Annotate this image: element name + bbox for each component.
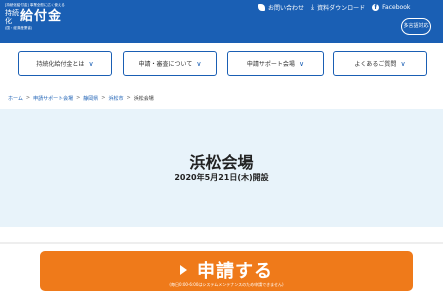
opening-date: 2020年5月21日(木)開設 [174, 173, 269, 182]
play-arrow-icon [180, 265, 187, 275]
page-title: 浜松会場 [189, 153, 254, 172]
contact-link[interactable]: お問い合わせ [258, 3, 304, 12]
nav-application-label: 申請・審査について [138, 61, 193, 68]
download-link[interactable]: ⤓ 資料ダウンロード [311, 3, 366, 13]
chevron-down-icon: ∨ [196, 59, 202, 68]
nav-about-label: 持続化給付金とは [36, 61, 85, 68]
phone-icon [258, 4, 265, 11]
nav-support-venues-label: 申請サポート会場 [246, 61, 295, 68]
nav-support-venues[interactable]: 申請サポート会場 ∨ [227, 51, 324, 76]
breadcrumb-separator: > [126, 95, 131, 101]
logo-tagline: [持続化給付金] 事業全般に広く使える [5, 3, 65, 7]
breadcrumb-prefecture[interactable]: 静岡県 [83, 95, 98, 102]
breadcrumb-city[interactable]: 浜松市 [109, 95, 124, 102]
nav-faq-label: よくあるご質問 [354, 61, 397, 68]
breadcrumb-support-venues[interactable]: 申請サポート会場 [33, 95, 73, 102]
apply-button-content: 申請する [40, 257, 413, 283]
nav-application[interactable]: 申請・審査について ∨ [123, 51, 217, 76]
facebook-icon: f [372, 4, 380, 11]
breadcrumb-separator: > [101, 95, 106, 101]
breadcrumb-separator: > [76, 95, 81, 101]
venue-hero: 浜松会場 2020年5月21日(木)開設 [0, 109, 443, 227]
main-nav: 持続化給付金とは ∨ 申請・審査について ∨ 申請サポート会場 ∨ よくあるご質… [0, 43, 443, 87]
logo-wordmark: 持続化 給付金 [5, 9, 71, 25]
contact-link-label: お問い合わせ [268, 5, 305, 12]
section-divider [0, 242, 443, 244]
download-link-label: 資料ダウンロード [317, 5, 366, 12]
site-logo[interactable]: [持続化給付金] 事業全般に広く使える 持続化 給付金 (国・経済産業省) [5, 3, 71, 40]
breadcrumb-current: 浜松会場 [133, 96, 154, 102]
chevron-down-icon: ∨ [298, 59, 305, 68]
chevron-down-icon: ∨ [88, 59, 94, 68]
apply-button-label: 申請する [197, 261, 273, 282]
facebook-link[interactable]: f Facebook [372, 4, 410, 11]
breadcrumb-separator: > [25, 95, 31, 101]
header-utility-links: お問い合わせ ⤓ 資料ダウンロード f Facebook [258, 3, 410, 12]
language-button[interactable]: 多言語対応 [401, 18, 431, 35]
breadcrumb-home[interactable]: ホーム [8, 95, 23, 102]
nav-faq[interactable]: よくあるご質問 ∨ [333, 51, 427, 76]
chevron-down-icon: ∨ [400, 59, 406, 68]
apply-maintenance-note: (毎日0:00-6:00はシステムメンテナンスのため申請できません) [169, 282, 284, 287]
site-header: [持続化給付金] 事業全般に広く使える 持続化 給付金 (国・経済産業省) お問… [0, 0, 443, 43]
logo-subtext: (国・経済産業省) [5, 26, 33, 30]
logo-main-text: 給付金 [20, 9, 63, 24]
breadcrumb: ホーム > 申請サポート会場 > 静岡県 > 浜松市 > 浜松会場 [8, 95, 154, 102]
apply-button[interactable]: 申請する (毎日0:00-6:00はシステムメンテナンスのため申請できません) [40, 251, 413, 291]
logo-small-text: 持続化 [5, 9, 19, 25]
nav-about[interactable]: 持続化給付金とは ∨ [18, 51, 112, 76]
facebook-link-label: Facebook [382, 4, 411, 11]
download-icon: ⤓ [311, 3, 315, 11]
